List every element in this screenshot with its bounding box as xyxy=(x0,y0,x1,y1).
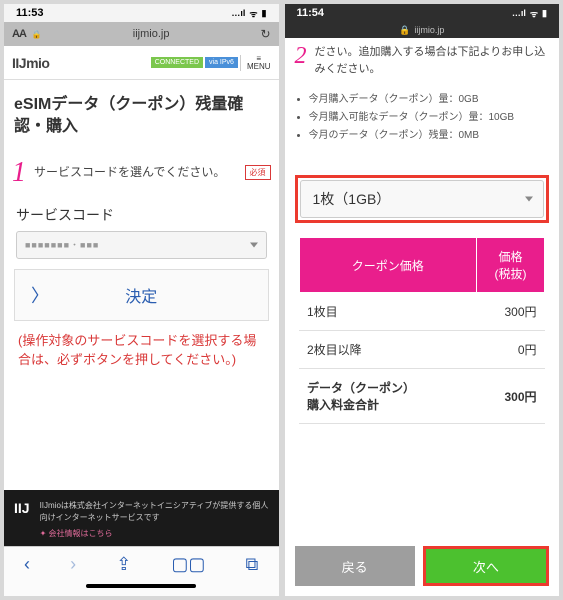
decide-label: 決定 xyxy=(125,283,157,307)
th-coupon-price: クーポン価格 xyxy=(299,238,477,293)
list-item: 今月購入可能なデータ（クーポン）量：10GB xyxy=(309,111,560,125)
badge-ipv6: via IPv6 xyxy=(205,57,238,68)
th-price: 価格 (税抜) xyxy=(477,238,545,293)
service-code-select[interactable]: ■■■■■■■・■■■ xyxy=(16,231,267,259)
url-domain: iijmio.jp xyxy=(414,25,444,35)
step-1: 1 サービスコードを選んでください。 必須 xyxy=(4,149,279,197)
bookmarks-button[interactable]: ▢▢ xyxy=(171,554,205,575)
lock-icon: 🔒 xyxy=(399,25,410,36)
next-button-highlight: 次へ xyxy=(423,546,549,586)
signal-icon: …ıl xyxy=(512,8,526,18)
button-row: 戻る 次へ xyxy=(285,516,560,596)
cell-price: 0円 xyxy=(477,331,545,369)
url-bar[interactable]: 🔒 iijmio.jp xyxy=(285,22,560,38)
cell-label: 2枚目以降 xyxy=(299,331,477,369)
battery-icon: ▮ xyxy=(262,8,267,19)
table-row: 2枚目以降 0円 xyxy=(299,331,545,369)
footer-logo: IIJ xyxy=(14,500,30,540)
field-label: サービスコード xyxy=(4,197,279,229)
share-button[interactable]: ⇪ xyxy=(116,554,131,575)
status-bar: 11:54 …ıl ᯤ ▮ xyxy=(285,4,560,22)
usage-list: 今月購入データ（クーポン）量：0GB 今月購入可能なデータ（クーポン）量：10G… xyxy=(285,89,560,165)
cell-label: データ（クーポン） 購入料金合計 xyxy=(299,369,477,424)
status-time: 11:53 xyxy=(16,7,44,19)
url-bar[interactable]: AA 🔒 iijmio.jp ↻ xyxy=(4,22,279,46)
wifi-icon: ᯤ xyxy=(530,7,538,20)
footer-line2[interactable]: ✦ 会社情報はこちら xyxy=(40,528,269,540)
list-item: 今月購入データ（クーポン）量：0GB xyxy=(309,93,560,107)
step-text: ださい。追加購入する場合は下記よりお申し込みください。 xyxy=(315,44,550,77)
page-content: eSIMデータ（クーポン）残量確認・購入 1 サービスコードを選んでください。 … xyxy=(4,80,279,490)
footer-line1: IIJmioは株式会社インターネットイニシアティブが提供する個人向けインターネッ… xyxy=(40,501,269,522)
cell-price: 300円 xyxy=(477,293,545,331)
required-badge: 必須 xyxy=(245,165,271,180)
table-row: 1枚目 300円 xyxy=(299,293,545,331)
step-2: 2 ださい。追加購入する場合は下記よりお申し込みください。 xyxy=(285,38,560,89)
back-button[interactable]: ‹ xyxy=(24,554,30,575)
status-time: 11:54 xyxy=(297,7,325,19)
qty-highlight: 1枚（1GB） xyxy=(295,175,550,223)
quantity-select[interactable]: 1枚（1GB） xyxy=(300,180,545,218)
home-indicator xyxy=(4,582,279,596)
battery-icon: ▮ xyxy=(542,8,547,19)
step-text: サービスコードを選んでください。 xyxy=(34,159,237,181)
status-bar: 11:53 …ıl ᯤ ▮ xyxy=(4,4,279,22)
url-domain: iijmio.jp xyxy=(48,28,255,40)
wifi-icon: ᯤ xyxy=(249,7,257,20)
site-footer: IIJ IIJmioは株式会社インターネットイニシアティブが提供する個人向けイン… xyxy=(4,490,279,546)
cell-price: 300円 xyxy=(477,369,545,424)
reload-button[interactable]: ↻ xyxy=(260,27,270,41)
lock-icon: 🔒 xyxy=(32,30,42,39)
step-number: 1 xyxy=(12,159,26,187)
table-row: データ（クーポン） 購入料金合計 300円 xyxy=(299,369,545,424)
chevron-right-icon: 〉 xyxy=(31,282,49,308)
text-size-button[interactable]: AA xyxy=(12,28,26,40)
list-item: 今月のデータ（クーポン）残量：0MB xyxy=(309,129,560,143)
next-button[interactable]: 次へ xyxy=(426,549,546,583)
browser-toolbar: ‹ › ⇪ ▢▢ ⧉ xyxy=(4,546,279,582)
menu-button[interactable]: ≡ MENU xyxy=(240,55,271,71)
forward-button[interactable]: › xyxy=(70,554,76,575)
step-number: 2 xyxy=(295,44,307,68)
price-table: クーポン価格 価格 (税抜) 1枚目 300円 2枚目以降 0円 データ（クーポ… xyxy=(299,237,546,424)
signal-icon: …ıl xyxy=(231,8,245,18)
warning-text: (操作対象のサービスコードを選択する場合は、必ずボタンを押してください。) xyxy=(4,325,279,386)
site-logo[interactable]: IIJmio xyxy=(12,55,49,71)
site-header: IIJmio CONNECTED via IPv6 ≡ MENU xyxy=(4,46,279,80)
page-title: eSIMデータ（クーポン）残量確認・購入 xyxy=(4,80,279,149)
decide-button[interactable]: 〉 決定 xyxy=(14,269,269,321)
cell-label: 1枚目 xyxy=(299,293,477,331)
badge-connected: CONNECTED xyxy=(151,57,203,68)
page-content: 2 ださい。追加購入する場合は下記よりお申し込みください。 今月購入データ（クー… xyxy=(285,38,560,596)
back-button[interactable]: 戻る xyxy=(295,546,415,586)
tabs-button[interactable]: ⧉ xyxy=(246,554,259,575)
